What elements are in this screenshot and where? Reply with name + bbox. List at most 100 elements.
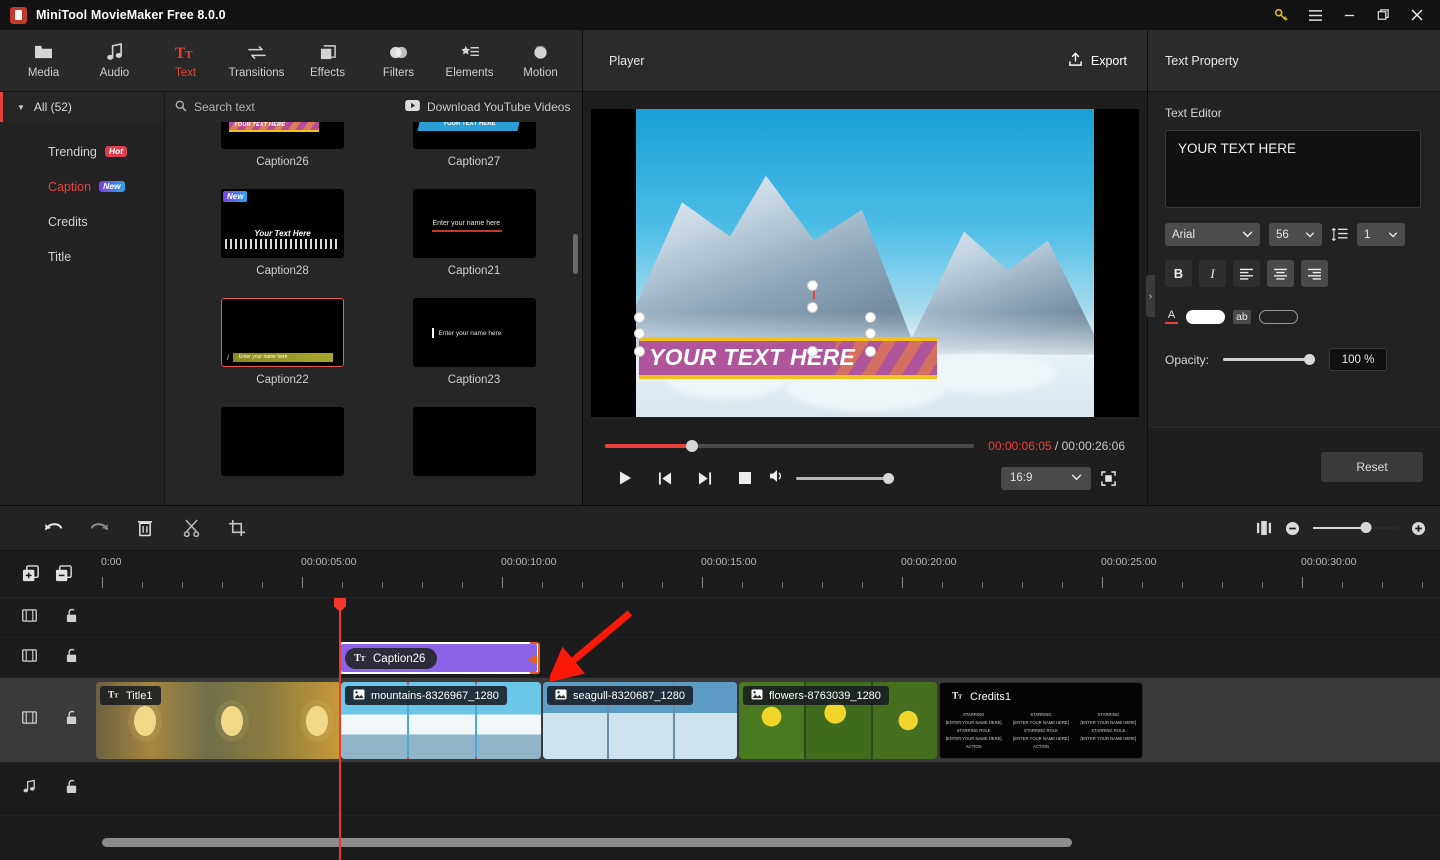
align-left-button[interactable]: [1233, 260, 1260, 287]
timeline-playhead[interactable]: [334, 598, 346, 860]
nav-item-transitions[interactable]: Transitions: [221, 32, 292, 90]
resize-handle-bl[interactable]: [634, 345, 645, 357]
delete-icon[interactable]: [122, 510, 168, 546]
template-thumb-caption27[interactable]: New YOUR TEXT HERE: [412, 122, 536, 149]
timeline-clip-seagull[interactable]: seagull-8320687_1280: [543, 682, 737, 759]
stop-button[interactable]: [725, 465, 765, 491]
next-frame-button[interactable]: [685, 465, 725, 491]
timeline-zoom-slider[interactable]: [1313, 522, 1398, 534]
track-lock-icon[interactable]: [65, 648, 78, 668]
search-input[interactable]: Search text: [175, 100, 405, 115]
previous-frame-button[interactable]: [645, 465, 685, 491]
resize-handle-l[interactable]: [634, 327, 645, 339]
text-editor-input[interactable]: YOUR TEXT HERE: [1165, 130, 1421, 208]
timeline-clip-mountains[interactable]: mountains-8326967_1280: [341, 682, 541, 759]
timeline-clip-title1[interactable]: TT Title1: [96, 682, 341, 759]
template-thumb-caption22[interactable]: / Enter your name here: [221, 298, 344, 367]
track-body[interactable]: [96, 763, 1440, 815]
close-icon[interactable]: [1400, 0, 1434, 30]
track-body[interactable]: [96, 598, 1440, 637]
maximize-icon[interactable]: [1366, 0, 1400, 30]
seek-bar[interactable]: [605, 440, 975, 452]
play-button[interactable]: [605, 465, 645, 491]
timeline-clip-credits1[interactable]: TT Credits1 STARRING [ENTER YOUR NAME HE…: [939, 682, 1143, 759]
align-right-button[interactable]: [1301, 260, 1328, 287]
track-lock-icon[interactable]: [65, 608, 78, 628]
volume-slider[interactable]: [796, 472, 894, 484]
resize-handle-tr[interactable]: [865, 311, 876, 323]
font-color-swatch[interactable]: [1186, 309, 1225, 324]
font-family-select[interactable]: Arial: [1165, 223, 1260, 246]
zoom-knob[interactable]: [1360, 522, 1372, 534]
zoom-in-icon[interactable]: [1411, 521, 1426, 536]
library-scrollbar[interactable]: [573, 234, 578, 274]
resize-handle-r[interactable]: [865, 327, 876, 339]
font-size-select[interactable]: 56: [1269, 223, 1322, 246]
template-thumb-next-a[interactable]: [221, 407, 344, 476]
track-header: [0, 638, 96, 677]
category-item-credits[interactable]: Credits: [0, 204, 164, 239]
resize-handle-br[interactable]: [865, 345, 876, 357]
outline-color-swatch[interactable]: [1258, 309, 1298, 324]
align-center-button[interactable]: [1267, 260, 1294, 287]
template-thumb-caption23[interactable]: Enter your name here: [412, 298, 536, 367]
collapse-panel-chevron-icon[interactable]: ›: [1146, 275, 1155, 317]
template-thumb-caption21[interactable]: Enter your name here: [412, 189, 536, 258]
download-youtube-button[interactable]: Download YouTube Videos: [405, 100, 570, 114]
add-track-icon[interactable]: [22, 565, 41, 583]
minimize-icon[interactable]: [1332, 0, 1366, 30]
track-header: [0, 763, 96, 815]
volume-icon[interactable]: [769, 469, 786, 488]
split-icon[interactable]: [168, 510, 214, 546]
timeline-horizontal-scrollbar[interactable]: [102, 838, 1072, 847]
volume-knob[interactable]: [883, 472, 894, 484]
redo-icon[interactable]: [76, 510, 122, 546]
category-item-trending[interactable]: Trending Hot: [0, 134, 164, 169]
fullscreen-button[interactable]: [1091, 465, 1125, 491]
nav-item-filters[interactable]: Filters: [363, 32, 434, 90]
resize-handle-top[interactable]: [807, 301, 818, 313]
font-color-underline: [1165, 322, 1178, 324]
opacity-slider[interactable]: [1223, 354, 1316, 365]
aspect-ratio-select[interactable]: 16:9: [1001, 466, 1091, 490]
key-icon[interactable]: [1264, 0, 1298, 30]
video-canvas[interactable]: YOUR TEXT HERE: [591, 108, 1139, 417]
template-thumb-caption28[interactable]: New Your Text Here: [221, 189, 344, 258]
nav-item-audio[interactable]: Audio: [79, 32, 150, 90]
category-item-caption[interactable]: Caption New: [0, 169, 164, 204]
nav-item-motion[interactable]: Motion: [505, 32, 576, 90]
template-thumb-next-b[interactable]: [412, 407, 536, 476]
undo-icon[interactable]: [30, 510, 76, 546]
italic-button[interactable]: I: [1199, 260, 1226, 287]
timeline-clip-flowers[interactable]: flowers-8763039_1280: [739, 682, 937, 759]
nav-item-text[interactable]: TT Text: [150, 32, 221, 90]
opacity-value[interactable]: 100 %: [1329, 348, 1388, 371]
timeline-clip-caption26[interactable]: TT Caption26 ◀: [339, 642, 540, 674]
track-lock-icon[interactable]: [65, 710, 78, 730]
menu-icon[interactable]: [1298, 0, 1332, 30]
reset-button[interactable]: Reset: [1321, 451, 1423, 482]
opacity-knob[interactable]: [1304, 354, 1316, 365]
track-body[interactable]: TT Caption26 ◀: [96, 638, 1440, 677]
category-all[interactable]: ▼ All (52): [0, 92, 164, 122]
template-thumb-caption26[interactable]: New YOUR TEXT HERE: [221, 122, 344, 149]
category-item-title[interactable]: Title: [0, 239, 164, 274]
nav-item-elements[interactable]: Elements: [434, 32, 505, 90]
timeline-ruler[interactable]: 0:00 00:00:05:00 00:00:10:00 00:00:15:00 00:…: [96, 551, 1440, 597]
remove-track-icon[interactable]: [55, 565, 74, 583]
crop-icon[interactable]: [214, 510, 260, 546]
track-body[interactable]: TT Title1 mountains-8326967_1280 seagull…: [96, 678, 1440, 762]
rotate-handle[interactable]: [807, 279, 818, 291]
resize-handle-bottom[interactable]: [807, 345, 818, 357]
export-button[interactable]: Export: [1068, 51, 1127, 70]
zoom-out-icon[interactable]: [1285, 521, 1300, 536]
text-overlay[interactable]: YOUR TEXT HERE: [639, 336, 937, 379]
nav-item-media[interactable]: Media: [8, 32, 79, 90]
line-spacing-select[interactable]: 1: [1357, 223, 1405, 246]
nav-item-effects[interactable]: Effects: [292, 32, 363, 90]
track-lock-icon[interactable]: [65, 779, 78, 799]
bold-button[interactable]: B: [1165, 260, 1192, 287]
resize-handle-tl[interactable]: [634, 311, 645, 323]
fit-timeline-icon[interactable]: [1256, 520, 1272, 536]
seek-knob[interactable]: [685, 440, 698, 452]
